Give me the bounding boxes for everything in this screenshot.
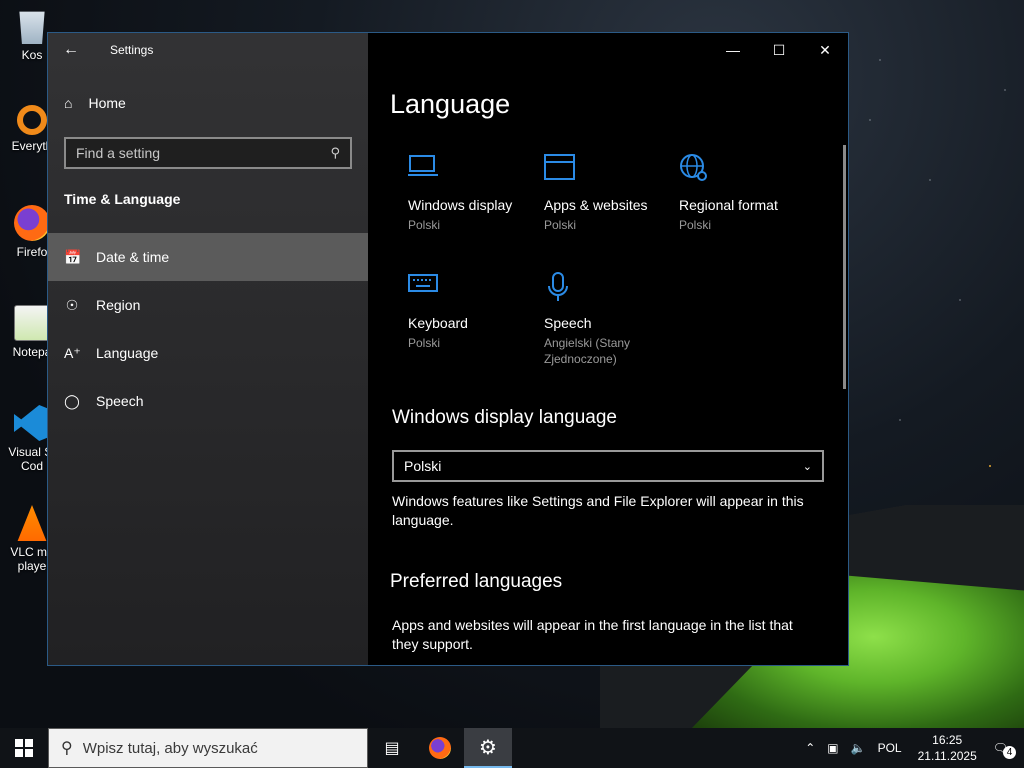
clock-date: 21.11.2025 — [917, 749, 977, 763]
display-language-heading: Windows display language — [392, 407, 617, 428]
tile-subtitle: Polski — [679, 218, 712, 232]
keyboard-icon — [408, 271, 534, 309]
display-language-dropdown[interactable]: Polski ⌄ — [392, 450, 824, 482]
dropdown-selected-value: Polski — [404, 458, 442, 474]
scrollbar[interactable] — [843, 145, 846, 389]
minimize-button[interactable]: — — [710, 33, 756, 67]
home-icon: ⌂ — [64, 95, 73, 111]
tile-apps-websites[interactable]: Apps & websites Polski — [544, 153, 670, 233]
windows-logo-icon — [15, 739, 33, 757]
tile-speech[interactable]: Speech Angielski (Stany Zjednoczone) — [544, 271, 670, 367]
tile-regional-format[interactable]: Regional format Polski — [679, 153, 805, 233]
search-icon[interactable]: ⚲ — [330, 145, 340, 161]
sidebar-item-region[interactable]: ☉ Region — [48, 281, 368, 329]
tile-subtitle: Polski — [408, 218, 441, 232]
window-title: Settings — [110, 43, 154, 57]
title-bar: ← Settings — [48, 33, 368, 67]
section-title: Time & Language — [64, 191, 181, 207]
taskbar: ⚲ ▤ ⚙ ⌃ ▣ 🔈 POL 16:25 21.11.2025 🗨 4 — [0, 728, 1024, 768]
firefox-icon — [429, 737, 451, 759]
sidebar-item-label: Date & time — [96, 249, 170, 265]
taskbar-settings-button[interactable]: ⚙ — [464, 728, 512, 768]
system-tray: ⌃ ▣ 🔈 POL 16:25 21.11.2025 🗨 4 — [799, 728, 1024, 768]
start-button[interactable] — [0, 728, 48, 768]
tile-title: Windows display — [408, 197, 513, 213]
tile-subtitle: Angielski (Stany Zjednoczone) — [544, 336, 631, 366]
microphone-icon — [544, 271, 670, 309]
globe-settings-icon — [679, 153, 805, 191]
preferred-languages-heading: Preferred languages — [390, 571, 563, 592]
sidebar-item-language[interactable]: A⁺ Language — [48, 329, 368, 377]
settings-window: ← Settings ⌂ Home ⚲ Time & Language 📅 Da… — [47, 32, 849, 666]
sidebar-item-label: Region — [96, 297, 141, 313]
tile-title: Apps & websites — [544, 197, 648, 213]
recycle-bin-icon — [19, 11, 45, 44]
home-label: Home — [88, 95, 126, 111]
search-input[interactable] — [76, 145, 331, 161]
gear-icon: ⚙ — [479, 736, 497, 759]
sidebar-item-label: Speech — [96, 393, 144, 409]
input-language-indicator[interactable]: POL — [872, 741, 908, 755]
network-icon[interactable]: ▣ — [821, 741, 844, 755]
taskbar-search-box[interactable]: ⚲ — [48, 728, 368, 768]
sidebar-item-label: Language — [96, 345, 159, 361]
notification-count-badge: 4 — [1003, 746, 1016, 759]
tile-title: Keyboard — [408, 315, 468, 331]
tile-subtitle: Polski — [544, 218, 577, 232]
action-center-button[interactable]: 🗨 4 — [987, 741, 1024, 759]
search-icon: ⚲ — [61, 740, 73, 757]
display-language-description: Windows features like Settings and File … — [392, 493, 804, 528]
settings-sidebar: ← Settings ⌂ Home ⚲ Time & Language 📅 Da… — [48, 33, 368, 665]
calendar-clock-icon: 📅 — [64, 248, 82, 265]
page-title: Language — [390, 89, 511, 119]
notepad-plus-plus-icon — [14, 305, 50, 341]
tile-title: Regional format — [679, 197, 778, 213]
window-controls: — ☐ ✕ — [710, 33, 848, 67]
chevron-down-icon: ⌄ — [802, 460, 812, 473]
maximize-button[interactable]: ☐ — [756, 33, 802, 67]
browser-window-icon — [544, 153, 670, 191]
back-arrow-icon[interactable]: ← — [48, 33, 94, 67]
globe-icon: ☉ — [65, 296, 79, 313]
tile-keyboard[interactable]: Keyboard Polski — [408, 271, 534, 351]
monitor-icon — [408, 153, 534, 191]
task-view-button[interactable]: ▤ — [368, 728, 416, 768]
tile-title: Speech — [544, 315, 592, 331]
home-link[interactable]: ⌂ Home — [64, 95, 126, 111]
vlc-icon — [17, 505, 47, 541]
clock-time: 16:25 — [932, 733, 963, 747]
clock[interactable]: 16:25 21.11.2025 — [908, 732, 987, 764]
tile-windows-display[interactable]: Windows display Polski — [408, 153, 534, 233]
find-setting-search-box[interactable]: ⚲ — [64, 137, 352, 169]
firefox-icon — [14, 205, 50, 241]
vscode-icon — [14, 405, 50, 441]
microphone-icon: ◯ — [64, 392, 80, 409]
sidebar-nav: 📅 Date & time ☉ Region A⁺ Language ◯ Spe… — [48, 233, 368, 425]
taskbar-firefox-button[interactable] — [416, 728, 464, 768]
sidebar-item-speech[interactable]: ◯ Speech — [48, 377, 368, 425]
volume-muted-icon[interactable]: 🔈 — [845, 741, 872, 755]
task-view-icon: ▤ — [384, 740, 400, 757]
show-hidden-icons-chevron-icon[interactable]: ⌃ — [799, 741, 821, 755]
sidebar-item-date-time[interactable]: 📅 Date & time — [48, 233, 368, 281]
settings-main-pane: — ☐ ✕ Language Windows display Polski Ap… — [368, 33, 848, 665]
close-button[interactable]: ✕ — [802, 33, 848, 67]
everything-search-icon — [17, 105, 47, 135]
tile-subtitle: Polski — [408, 336, 441, 350]
preferred-languages-description: Apps and websites will appear in the fir… — [392, 617, 793, 652]
language-icon: A⁺ — [64, 344, 81, 361]
taskbar-search-input[interactable] — [82, 739, 367, 757]
